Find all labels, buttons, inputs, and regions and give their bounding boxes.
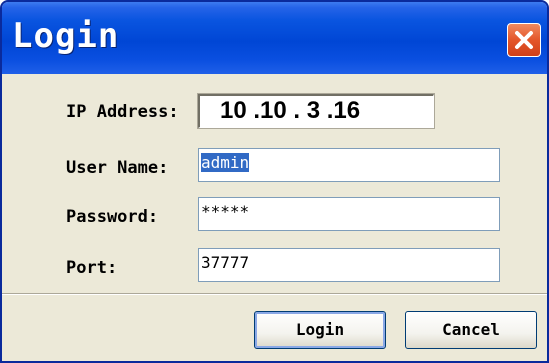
login-dialog: Login IP Address: 10 .10 . 3 .16 User Na… [0, 0, 549, 363]
username-value: admin [201, 153, 250, 172]
port-label: Port: [66, 258, 118, 278]
username-input[interactable]: admin [198, 148, 500, 182]
password-label: Password: [66, 207, 159, 227]
ip-address-label: IP Address: [66, 102, 179, 122]
dialog-body: IP Address: 10 .10 . 3 .16 User Name: ad… [2, 74, 547, 361]
cancel-button[interactable]: Cancel [405, 311, 537, 349]
login-button[interactable]: Login [254, 311, 386, 349]
title-bar[interactable]: Login [2, 2, 547, 74]
button-divider [2, 293, 547, 295]
close-icon [515, 31, 533, 49]
port-input[interactable]: 37777 [198, 248, 500, 282]
password-input[interactable]: ***** [198, 197, 500, 231]
close-button[interactable] [507, 23, 541, 57]
ip-address-field[interactable]: 10 .10 . 3 .16 [197, 93, 435, 129]
username-label: User Name: [66, 158, 169, 178]
window-title: Login [12, 16, 120, 56]
